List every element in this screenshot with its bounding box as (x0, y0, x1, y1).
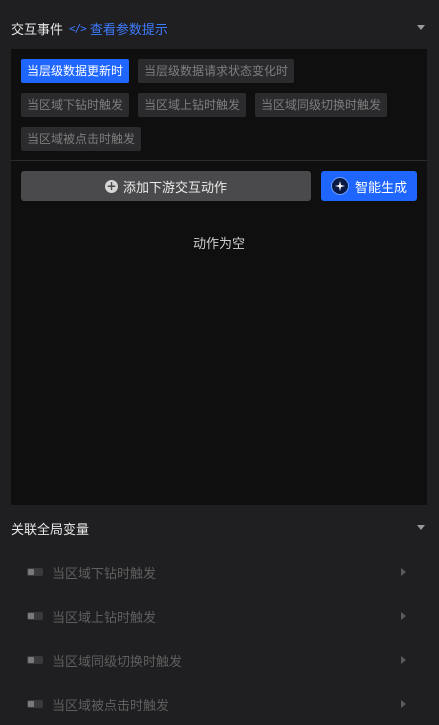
code-icon: </> (69, 21, 87, 35)
event-tag[interactable]: 当层级数据更新时 (21, 59, 130, 83)
chevron-right-icon[interactable] (401, 656, 406, 664)
collapse-caret-icon[interactable] (417, 525, 425, 530)
global-var-item[interactable]: 当区域上钻时触发 (0, 604, 439, 628)
global-var-label: 当区域下钻时触发 (52, 566, 157, 582)
global-var-label: 当区域被点击时触发 (52, 698, 170, 714)
global-var-item[interactable]: 当区域被点击时触发 (0, 692, 439, 716)
event-tag[interactable]: 当区域下钻时触发 (21, 93, 130, 117)
toggle-switch[interactable] (27, 612, 43, 620)
add-action-label: 添加下游交互动作 (122, 180, 227, 196)
interaction-section-header[interactable]: 交互事件 </> 查看参数提示 (0, 16, 439, 40)
collapse-caret-icon[interactable] (417, 25, 425, 30)
event-tag[interactable]: 当区域被点击时触发 (21, 127, 142, 151)
chevron-right-icon[interactable] (401, 612, 406, 620)
interaction-title: 交互事件 (11, 22, 64, 38)
ai-generate-label: 智能生成 (354, 180, 407, 196)
plus-icon: + (104, 178, 118, 193)
param-hint-label: 查看参数提示 (89, 22, 168, 38)
global-vars-title: 关联全局变量 (11, 522, 90, 538)
global-var-item[interactable]: 当区域同级切换时触发 (0, 648, 439, 672)
toggle-switch[interactable] (27, 568, 43, 576)
event-tag[interactable]: 当区域上钻时触发 (138, 93, 247, 117)
event-tag[interactable]: 当层级数据请求状态变化时 (138, 59, 295, 83)
global-var-label: 当区域同级切换时触发 (52, 654, 183, 670)
sparkle-icon (330, 177, 349, 195)
add-action-button[interactable]: + 添加下游交互动作 (21, 171, 311, 201)
global-var-label: 当区域上钻时触发 (52, 610, 157, 626)
empty-actions-text: 动作为空 (192, 237, 245, 252)
param-hint-link[interactable]: </> 查看参数提示 (69, 19, 168, 38)
chevron-right-icon[interactable] (401, 700, 406, 708)
chevron-right-icon[interactable] (401, 568, 406, 576)
toggle-switch[interactable] (27, 656, 43, 664)
divider (11, 160, 427, 161)
global-vars-section-header[interactable]: 关联全局变量 (0, 516, 439, 540)
global-var-item[interactable]: 当区域下钻时触发 (0, 560, 439, 584)
event-tag[interactable]: 当区域同级切换时触发 (255, 93, 388, 117)
ai-generate-button[interactable]: 智能生成 (321, 171, 417, 201)
toggle-switch[interactable] (27, 700, 43, 708)
interaction-panel: 当层级数据更新时 当层级数据请求状态变化时 当区域下钻时触发 当区域上钻时触发 … (11, 49, 427, 505)
